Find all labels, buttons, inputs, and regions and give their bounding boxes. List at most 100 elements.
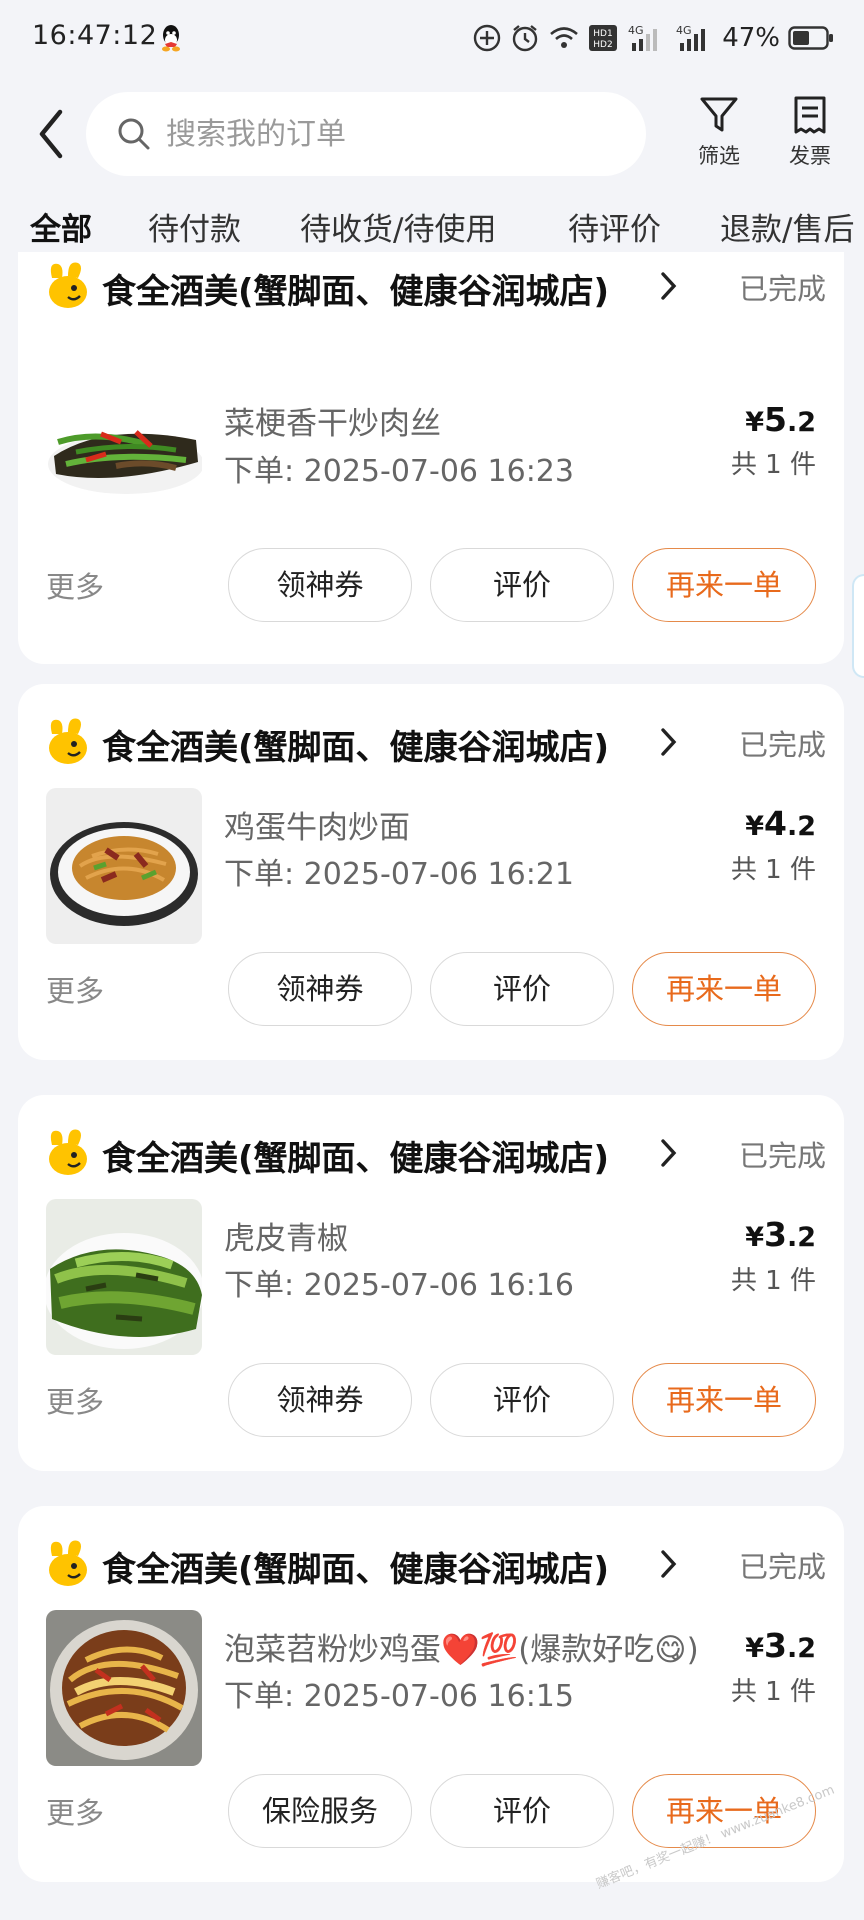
order-status: 已完成 bbox=[738, 272, 826, 306]
header: 筛选 发票 bbox=[0, 82, 864, 182]
price-decimal: .2 bbox=[786, 1222, 816, 1253]
wifi-icon bbox=[550, 27, 579, 48]
price: ¥4.2 bbox=[745, 804, 816, 843]
svg-text:HD1: HD1 bbox=[593, 29, 612, 39]
price: ¥5.2 bbox=[745, 400, 816, 439]
tab-pending-payment[interactable]: 待付款 bbox=[148, 204, 241, 249]
order-time: 下单: 2025-07-06 16:21 bbox=[224, 857, 574, 892]
hd-badge-icon: HD1 HD2 bbox=[589, 25, 618, 51]
review-button[interactable]: 评价 bbox=[430, 1774, 614, 1848]
review-button[interactable]: 评价 bbox=[430, 1363, 614, 1437]
status-bar: 16:47:12 HD1 HD2 4G 4G 47% bbox=[0, 0, 864, 78]
food-name: 泡菜苕粉炒鸡蛋❤️💯(爆款好吃😋) bbox=[224, 1632, 699, 1668]
chevron-right-icon bbox=[661, 272, 677, 300]
side-float-tab[interactable] bbox=[852, 574, 864, 678]
quantity: 共 1 件 bbox=[730, 450, 816, 480]
status-icons: HD1 HD2 4G 4G 47% bbox=[472, 20, 834, 56]
review-button[interactable]: 评价 bbox=[430, 952, 614, 1026]
food-name: 虎皮青椒 bbox=[224, 1221, 348, 1257]
shop-logo-icon bbox=[49, 1540, 87, 1586]
svg-text:4G: 4G bbox=[676, 24, 692, 37]
status-time: 16:47:12 bbox=[32, 20, 158, 51]
price-decimal: .2 bbox=[786, 811, 816, 842]
tab-pending-review[interactable]: 待评价 bbox=[568, 204, 661, 249]
tab-pending-receipt[interactable]: 待收货/待使用 bbox=[300, 204, 496, 249]
price-integer: 5 bbox=[763, 400, 787, 439]
chevron-right-icon bbox=[661, 1139, 677, 1167]
price-decimal: .2 bbox=[786, 1633, 816, 1664]
search-input[interactable] bbox=[166, 116, 586, 152]
shop-row[interactable]: 食全酒美(蟹脚面、健康谷润城店) 已完成 bbox=[46, 1127, 826, 1179]
price-integer: 3 bbox=[763, 1626, 787, 1665]
food-image[interactable] bbox=[46, 1610, 202, 1766]
alarm-icon bbox=[513, 25, 538, 52]
food-image[interactable] bbox=[46, 788, 202, 944]
price-currency: ¥ bbox=[745, 1222, 764, 1253]
battery-icon bbox=[788, 26, 833, 50]
more-link[interactable]: 更多 bbox=[46, 1379, 104, 1421]
back-arrow-icon[interactable] bbox=[30, 106, 78, 162]
reorder-button[interactable]: 再来一单 bbox=[632, 952, 816, 1026]
battery-percent: 47% bbox=[722, 23, 780, 53]
shop-logo-icon bbox=[49, 718, 87, 764]
price-integer: 3 bbox=[763, 1215, 787, 1254]
tab-all[interactable]: 全部 bbox=[30, 204, 92, 249]
invoice-button[interactable]: 发票 bbox=[775, 94, 845, 180]
more-link[interactable]: 更多 bbox=[46, 968, 104, 1010]
food-name: 鸡蛋牛肉炒面 bbox=[224, 810, 410, 846]
food-name: 菜梗香干炒肉丝 bbox=[224, 406, 441, 442]
price-integer: 4 bbox=[763, 804, 787, 843]
order-status: 已完成 bbox=[738, 728, 826, 762]
shop-name: 食全酒美(蟹脚面、健康谷润城店) bbox=[102, 1139, 610, 1179]
data-saver-icon bbox=[474, 24, 501, 52]
order-time: 下单: 2025-07-06 16:15 bbox=[224, 1679, 574, 1714]
order-card[interactable]: 食全酒美(蟹脚面、健康谷润城店) 已完成 虎皮青椒 下单: 2025-07-06… bbox=[18, 1095, 844, 1471]
reorder-button[interactable]: 再来一单 bbox=[632, 548, 816, 622]
shop-row[interactable]: 食全酒美(蟹脚面、健康谷润城店) 已完成 bbox=[46, 260, 826, 312]
signal-2-icon: 4G bbox=[676, 24, 706, 51]
review-button[interactable]: 评价 bbox=[430, 548, 614, 622]
more-link[interactable]: 更多 bbox=[46, 564, 104, 606]
orders-page: 16:47:12 HD1 HD2 4G 4G 47% 搜索我的订单 筛选 发票 … bbox=[0, 0, 864, 1920]
coupon-button[interactable]: 领神券 bbox=[228, 548, 412, 622]
price-decimal: .2 bbox=[786, 407, 816, 438]
chevron-right-icon bbox=[661, 1550, 677, 1578]
shop-name: 食全酒美(蟹脚面、健康谷润城店) bbox=[102, 728, 610, 768]
price-currency: ¥ bbox=[745, 407, 764, 438]
signal-1-icon: 4G bbox=[628, 24, 658, 51]
tab-refund[interactable]: 退款/售后 bbox=[720, 204, 854, 249]
shop-name: 食全酒美(蟹脚面、健康谷润城店) bbox=[102, 1550, 610, 1590]
shop-name: 食全酒美(蟹脚面、健康谷润城店) bbox=[102, 272, 610, 312]
filter-button[interactable]: 筛选 bbox=[684, 94, 754, 180]
price-currency: ¥ bbox=[745, 1633, 764, 1664]
more-link[interactable]: 更多 bbox=[46, 1790, 104, 1832]
chevron-right-icon bbox=[661, 728, 677, 756]
reorder-button[interactable]: 再来一单 bbox=[632, 1363, 816, 1437]
quantity: 共 1 件 bbox=[730, 1677, 816, 1707]
insurance-button[interactable]: 保险服务 bbox=[228, 1774, 412, 1848]
order-card[interactable]: 食全酒美(蟹脚面、健康谷润城店) 已完成 菜梗香干炒肉丝 下单: 2025-07… bbox=[18, 252, 844, 664]
quantity: 共 1 件 bbox=[730, 1266, 816, 1296]
svg-text:HD2: HD2 bbox=[593, 40, 612, 50]
svg-text:4G: 4G bbox=[628, 24, 644, 37]
search-icon bbox=[118, 118, 150, 150]
shop-logo-icon bbox=[49, 1129, 87, 1175]
order-status: 已完成 bbox=[738, 1550, 826, 1584]
filter-label: 筛选 bbox=[698, 144, 740, 168]
order-card[interactable]: 食全酒美(蟹脚面、健康谷润城店) 已完成 鸡蛋牛肉炒面 下单: 2025-07-… bbox=[18, 684, 844, 1060]
food-image[interactable] bbox=[46, 1199, 202, 1355]
coupon-button[interactable]: 领神券 bbox=[228, 1363, 412, 1437]
coupon-button[interactable]: 领神券 bbox=[228, 952, 412, 1026]
order-time: 下单: 2025-07-06 16:23 bbox=[224, 454, 574, 489]
shop-row[interactable]: 食全酒美(蟹脚面、健康谷润城店) 已完成 bbox=[46, 716, 826, 768]
invoice-icon bbox=[794, 96, 826, 134]
order-status: 已完成 bbox=[738, 1139, 826, 1173]
price: ¥3.2 bbox=[745, 1215, 816, 1254]
quantity: 共 1 件 bbox=[730, 855, 816, 885]
search-bar[interactable] bbox=[86, 92, 646, 176]
price: ¥3.2 bbox=[745, 1626, 816, 1665]
qq-notification-icon bbox=[162, 25, 180, 52]
shop-row[interactable]: 食全酒美(蟹脚面、健康谷润城店) 已完成 bbox=[46, 1538, 826, 1590]
filter-icon bbox=[700, 97, 738, 132]
food-image[interactable] bbox=[46, 382, 202, 512]
